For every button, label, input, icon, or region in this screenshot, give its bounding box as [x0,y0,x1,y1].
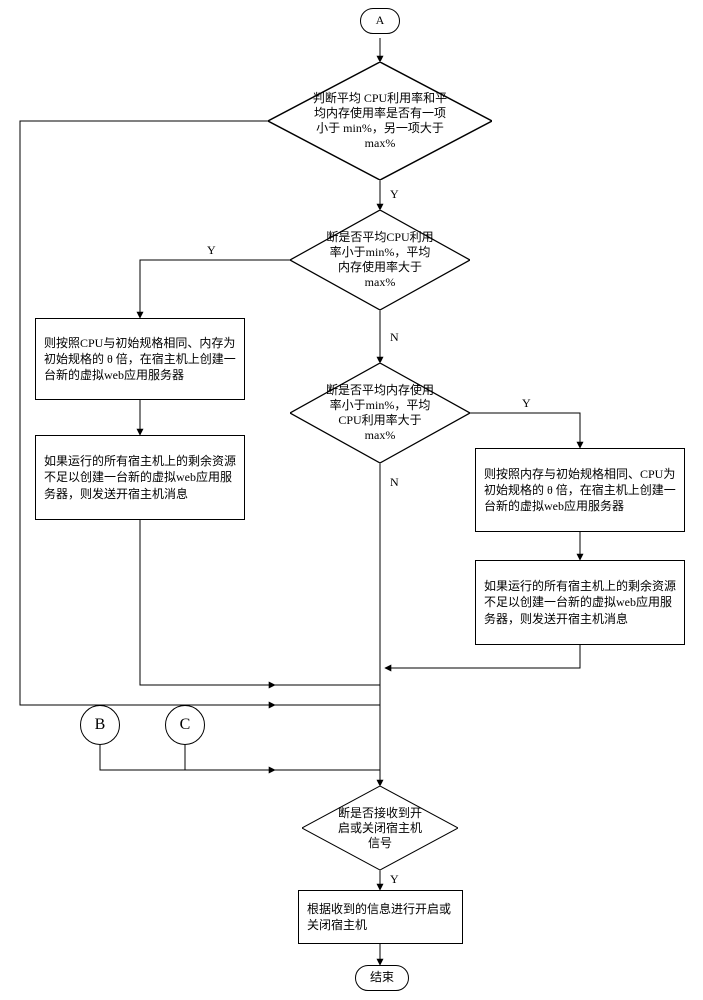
decision-d2-text: 断是否平均CPU利用率小于min%，平均内存使用率大于 max% [326,230,434,290]
decision-d3: 断是否平均内存使用率小于min%，平均CPU利用率大于 max% [290,363,470,463]
edge-label-d4-y: Y [388,872,401,887]
connector-a-label: A [376,13,385,29]
decision-d1: 判断平均 CPU利用率和平均内存使用率是否有一项小于 min%，另一项大于max… [268,62,492,180]
edge-label-d3-y: Y [520,396,533,411]
process-p1-text: 则按照CPU与初始规格相同、内存为初始规格的 θ 倍，在宿主机上创建一台新的虚拟… [44,335,236,384]
decision-d4: 断是否接收到开启或关闭宿主机信号 [302,786,458,870]
process-p3: 则按照内存与初始规格相同、CPU为初始规格的 θ 倍，在宿主机上创建一台新的虚拟… [475,448,685,532]
process-p4: 如果运行的所有宿主机上的剩余资源不足以创建一台新的虚拟web应用服务器，则发送开… [475,560,685,645]
process-p1: 则按照CPU与初始规格相同、内存为初始规格的 θ 倍，在宿主机上创建一台新的虚拟… [35,318,245,400]
connector-b: B [80,705,120,745]
process-p3-text: 则按照内存与初始规格相同、CPU为初始规格的 θ 倍，在宿主机上创建一台新的虚拟… [484,466,676,515]
connector-c: C [165,705,205,745]
edge-label-d3-n: N [388,475,401,490]
process-p5-text: 根据收到的信息进行开启或关闭宿主机 [307,901,454,933]
decision-d4-text: 断是否接收到开启或关闭宿主机信号 [333,806,427,851]
decision-d3-text: 断是否平均内存使用率小于min%，平均CPU利用率大于 max% [326,383,434,443]
edge-label-d2-n: N [388,330,401,345]
decision-d1-text: 判断平均 CPU利用率和平均内存使用率是否有一项小于 min%，另一项大于max… [313,91,447,151]
edge-label-d1-y: Y [388,187,401,202]
terminator-end-label: 结束 [370,970,394,986]
process-p2: 如果运行的所有宿主机上的剩余资源不足以创建一台新的虚拟web应用服务器，则发送开… [35,435,245,520]
terminator-end: 结束 [355,965,409,991]
process-p2-text: 如果运行的所有宿主机上的剩余资源不足以创建一台新的虚拟web应用服务器，则发送开… [44,453,236,502]
connector-c-label: C [180,715,191,736]
edge-label-d2-y: Y [205,243,218,258]
connector-b-label: B [95,715,106,736]
connector-a: A [360,8,400,34]
process-p5: 根据收到的信息进行开启或关闭宿主机 [298,890,463,944]
decision-d2: 断是否平均CPU利用率小于min%，平均内存使用率大于 max% [290,210,470,310]
process-p4-text: 如果运行的所有宿主机上的剩余资源不足以创建一台新的虚拟web应用服务器，则发送开… [484,578,676,627]
